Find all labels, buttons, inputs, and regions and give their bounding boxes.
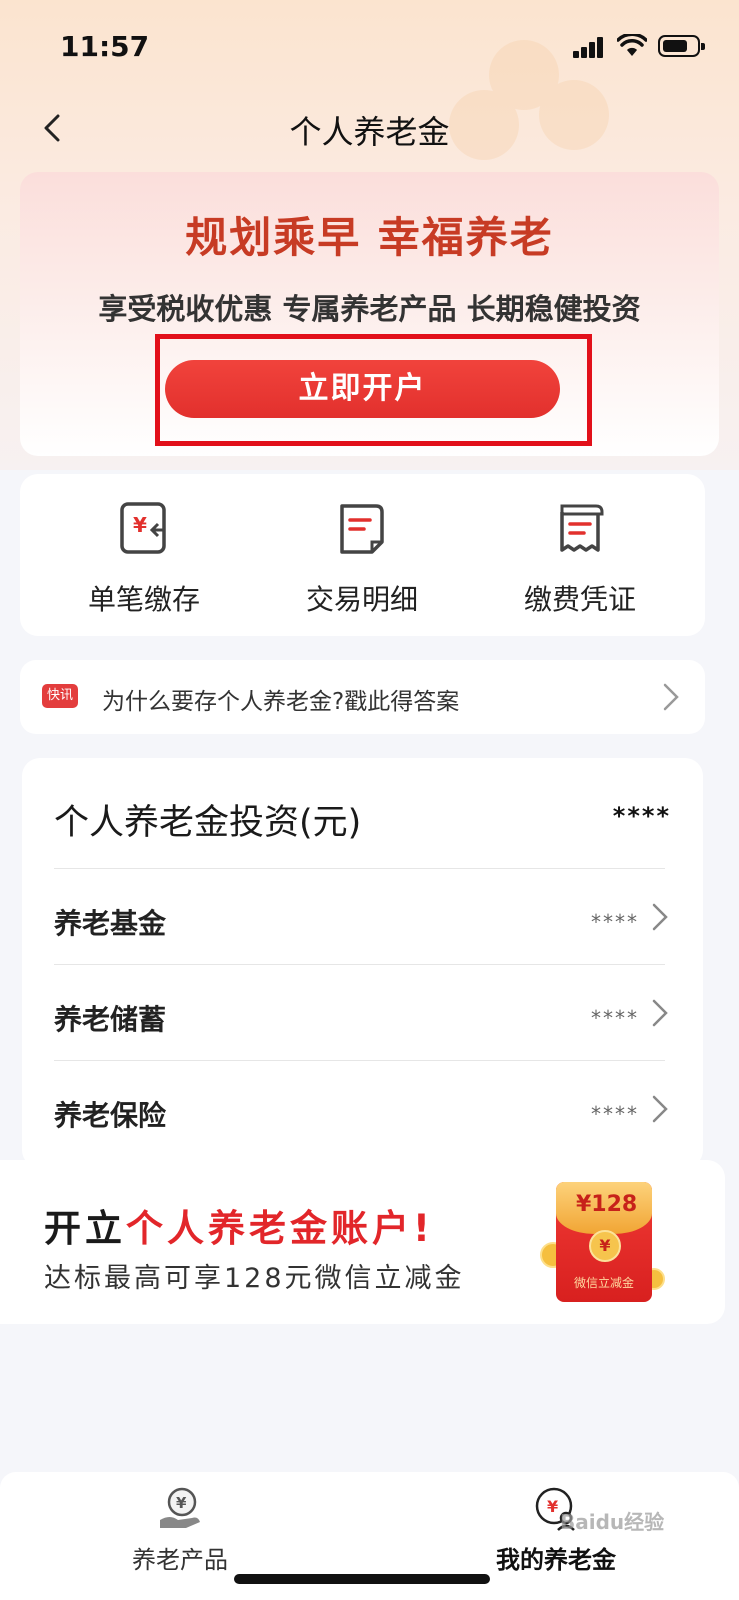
envelope-amount: ¥128 — [576, 1192, 638, 1217]
tab-pension-products[interactable]: ¥ 养老产品 — [100, 1486, 260, 1575]
news-text: 为什么要存个人养老金?戳此得答案 — [102, 689, 460, 715]
divider — [54, 1060, 665, 1061]
quick-actions-card: ¥ 单笔缴存 交易明细 缴费凭证 — [20, 474, 705, 636]
news-banner[interactable]: 快讯 为什么要存个人养老金?戳此得答案 — [20, 660, 705, 734]
chevron-right-icon — [652, 999, 668, 1027]
status-bar: 11:57 — [0, 0, 739, 90]
document-icon — [340, 504, 384, 554]
tab-label: 我的养老金 — [496, 1546, 616, 1574]
quick-action-payment-voucher[interactable]: 缴费凭证 — [490, 498, 670, 618]
promo-headline-highlight: 个人养老金账户! — [126, 1207, 434, 1250]
tab-label: 养老产品 — [132, 1546, 228, 1574]
divider — [54, 964, 665, 965]
home-indicator[interactable] — [234, 1574, 490, 1584]
promo-headline: 开立个人养老金账户! — [44, 1198, 434, 1252]
chevron-right-icon — [652, 1095, 668, 1123]
promo-banner[interactable]: 开立个人养老金账户! 达标最高可享128元微信立减金 ¥128 ¥ 微信立减金 — [0, 1160, 725, 1324]
hand-yuan-icon: ¥ — [160, 1487, 200, 1528]
quick-action-single-deposit[interactable]: ¥ 单笔缴存 — [54, 498, 234, 618]
svg-text:¥: ¥ — [547, 1497, 558, 1516]
svg-text:¥: ¥ — [133, 513, 147, 537]
hero-subtitle: 享受税收优惠 专属养老产品 长期稳健投资 — [98, 292, 641, 326]
row-label: 养老储蓄 — [54, 1003, 167, 1036]
promo-headline-prefix: 开立 — [44, 1207, 126, 1250]
investment-row-savings[interactable]: 养老储蓄 **** — [54, 966, 669, 1062]
receipt-icon — [560, 504, 604, 552]
quick-action-label: 缴费凭证 — [523, 583, 636, 616]
red-envelope-icon: ¥128 ¥ 微信立减金 — [556, 1182, 652, 1302]
baidu-watermark: Baidu经验 — [560, 1510, 665, 1534]
battery-icon — [658, 35, 705, 57]
chevron-right-icon — [663, 683, 679, 711]
investment-row-fund[interactable]: 养老基金 **** — [54, 870, 669, 966]
row-value: **** — [591, 1006, 639, 1030]
envelope-label: 微信立减金 — [573, 1276, 634, 1290]
row-label: 养老保险 — [54, 1099, 167, 1132]
svg-text:¥: ¥ — [176, 1494, 187, 1512]
page-title: 个人养老金 — [289, 113, 450, 151]
promo-description: 达标最高可享128元微信立减金 — [44, 1263, 465, 1294]
row-value: **** — [591, 910, 639, 934]
row-label: 养老基金 — [54, 907, 167, 940]
annotation-highlight-box — [155, 334, 592, 446]
divider — [54, 868, 665, 869]
hero-title: 规划乘早 幸福养老 — [185, 213, 554, 262]
quick-action-transactions[interactable]: 交易明细 — [272, 498, 452, 618]
investment-card: 个人养老金投资(元) **** 养老基金 **** 养老储蓄 **** 养老保险… — [22, 758, 703, 1168]
quick-action-label: 交易明细 — [305, 583, 418, 616]
quick-action-label: 单笔缴存 — [87, 583, 200, 616]
yuan-deposit-icon: ¥ — [120, 502, 166, 554]
investment-total: **** — [612, 802, 671, 830]
status-time: 11:57 — [60, 30, 150, 63]
yuan-coin-icon: ¥ — [589, 1230, 621, 1262]
investment-row-insurance[interactable]: 养老保险 **** — [54, 1062, 669, 1158]
row-value: **** — [591, 1102, 639, 1126]
news-badge: 快讯 — [42, 684, 78, 708]
investment-title: 个人养老金投资(元) — [54, 803, 362, 843]
cellular-signal-icon — [573, 36, 605, 58]
chevron-right-icon — [652, 903, 668, 931]
wifi-icon — [617, 34, 647, 56]
